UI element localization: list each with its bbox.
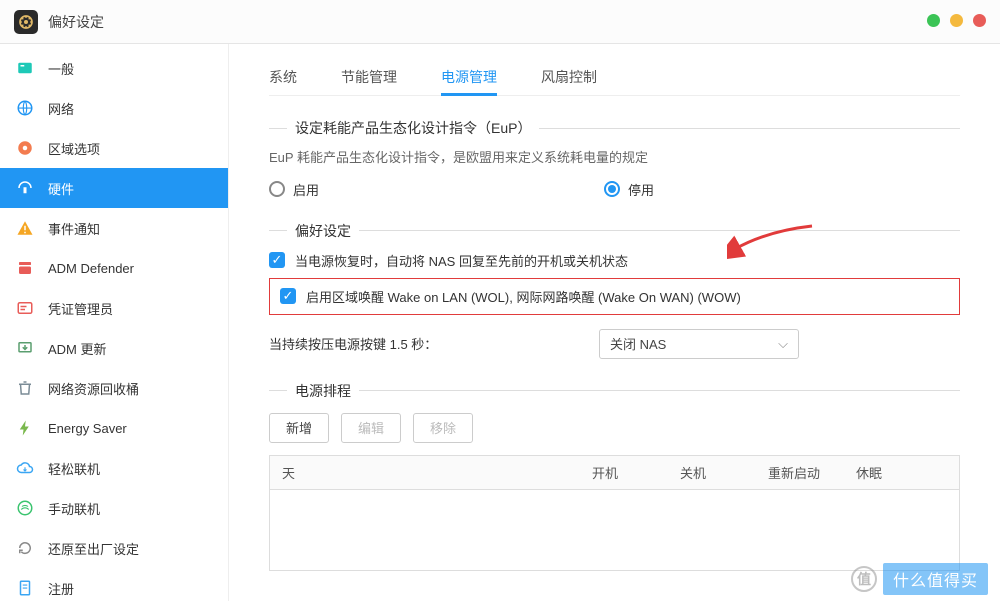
checkbox-wol[interactable]: ✓ 启用区域唤醒 Wake on LAN (WOL), 网际网路唤醒 (Wake…	[280, 287, 949, 306]
titlebar: 偏好设定	[0, 0, 1000, 44]
col-on: 开机	[580, 463, 668, 482]
cert-icon	[14, 297, 36, 319]
edit-button[interactable]: 编辑	[341, 413, 401, 443]
sidebar-item-label: 注册	[48, 579, 74, 598]
tabs: 系统 节能管理 电源管理 风扇控制	[269, 58, 960, 96]
section-eup: 设定耗能产品生态化设计指令（EuP）	[269, 118, 960, 138]
sidebar-item-label: ADM Defender	[48, 261, 134, 276]
highlight-wol: ✓ 启用区域唤醒 Wake on LAN (WOL), 网际网路唤醒 (Wake…	[269, 278, 960, 315]
sidebar-item-label: 还原至出厂设定	[48, 539, 139, 558]
hardware-icon	[14, 177, 36, 199]
sidebar-item-label: 网络	[48, 99, 74, 118]
sidebar-item-defender[interactable]: ADM Defender	[0, 248, 228, 288]
tab[interactable]: 节能管理	[341, 58, 397, 95]
sidebar-item-label: 一般	[48, 59, 74, 78]
general-icon	[14, 57, 36, 79]
add-button[interactable]: 新增	[269, 413, 329, 443]
sidebar-item-globe[interactable]: 网络	[0, 88, 228, 128]
section-title: 偏好设定	[287, 221, 359, 241]
col-off: 关机	[668, 463, 756, 482]
sidebar-item-energy[interactable]: Energy Saver	[0, 408, 228, 448]
chevron-down-icon: ⌵	[778, 336, 788, 352]
sidebar: 一般网络区域选项硬件事件通知 ADM Defender 凭证管理员 ADM 更新网络资…	[0, 44, 229, 601]
region-icon	[14, 137, 36, 159]
update-icon	[14, 337, 36, 359]
remove-button[interactable]: 移除	[413, 413, 473, 443]
tab[interactable]: 电源管理	[441, 58, 497, 95]
select-value: 关闭 NAS	[610, 334, 666, 353]
check-label: 当电源恢复时，自动将 NAS 回复至先前的开机或关机状态	[295, 251, 628, 270]
sidebar-item-label: 轻松联机	[48, 459, 100, 478]
manual-icon	[14, 497, 36, 519]
globe-icon	[14, 97, 36, 119]
sidebar-item-alert[interactable]: 事件通知	[0, 208, 228, 248]
col-day: 天	[270, 463, 580, 482]
table-body	[270, 490, 959, 570]
section-prefs: 偏好设定	[269, 221, 960, 241]
window-title: 偏好设定	[48, 12, 104, 32]
sidebar-item-trash[interactable]: 网络资源回收桶	[0, 368, 228, 408]
sidebar-item-region[interactable]: 区域选项	[0, 128, 228, 168]
window-controls	[927, 14, 986, 27]
minimize-dot[interactable]	[927, 14, 940, 27]
sidebar-item-general[interactable]: 一般	[0, 48, 228, 88]
section-schedule: 电源排程	[269, 381, 960, 401]
section-title: 设定耗能产品生态化设计指令（EuP）	[287, 118, 539, 138]
watermark-text: 什么值得买	[883, 563, 988, 595]
check-icon: ✓	[269, 252, 285, 268]
content: 系统 节能管理 电源管理 风扇控制 设定耗能产品生态化设计指令（EuP） EuP 耗能…	[229, 44, 1000, 601]
sidebar-item-hardware[interactable]: 硬件	[0, 168, 228, 208]
sidebar-item-label: 事件通知	[48, 219, 100, 238]
cloud-icon	[14, 457, 36, 479]
check-icon: ✓	[280, 288, 296, 304]
sidebar-item-label: 手动联机	[48, 499, 100, 518]
section-title: 电源排程	[287, 381, 359, 401]
alert-icon	[14, 217, 36, 239]
maximize-dot[interactable]	[950, 14, 963, 27]
defender-icon	[14, 257, 36, 279]
sidebar-item-label: 硬件	[48, 179, 74, 198]
energy-icon	[14, 417, 36, 439]
register-icon	[14, 577, 36, 599]
sidebar-item-label: Energy Saver	[48, 421, 127, 436]
sidebar-item-label: 凭证管理员	[48, 299, 113, 318]
sidebar-item-cert[interactable]: 凭证管理员	[0, 288, 228, 328]
sidebar-item-label: 区域选项	[48, 139, 100, 158]
col-sleep: 休眠	[844, 463, 959, 482]
radio-eup-disable[interactable]: 停用	[604, 180, 654, 199]
sidebar-item-update[interactable]: ADM 更新	[0, 328, 228, 368]
checkbox-power-recovery[interactable]: ✓ 当电源恢复时，自动将 NAS 回复至先前的开机或关机状态	[269, 251, 960, 270]
tab[interactable]: 系统	[269, 58, 297, 95]
sidebar-item-reset[interactable]: 还原至出厂设定	[0, 528, 228, 568]
trash-icon	[14, 377, 36, 399]
sidebar-item-cloud[interactable]: 轻松联机	[0, 448, 228, 488]
radio-eup-enable[interactable]: 启用	[269, 180, 604, 199]
annotation-arrow	[727, 221, 817, 261]
sidebar-item-register[interactable]: 注册	[0, 568, 228, 601]
watermark: 值 什么值得买	[851, 563, 988, 595]
sidebar-item-label: 网络资源回收桶	[48, 379, 139, 398]
sidebar-item-manual[interactable]: 手动联机	[0, 488, 228, 528]
col-restart: 重新启动	[756, 463, 844, 482]
radio-label: 启用	[293, 180, 319, 199]
schedule-table: 天 开机 关机 重新启动 休眠	[269, 455, 960, 571]
watermark-logo-icon: 值	[851, 566, 877, 592]
app-icon	[14, 10, 38, 34]
radio-label: 停用	[628, 180, 654, 199]
sidebar-item-label: ADM 更新	[48, 339, 107, 358]
power-press-select[interactable]: 关闭 NAS ⌵	[599, 329, 799, 359]
reset-icon	[14, 537, 36, 559]
eup-desc: EuP 耗能产品生态化设计指令，是欧盟用来定义系统耗电量的规定	[269, 148, 960, 168]
check-label: 启用区域唤醒 Wake on LAN (WOL), 网际网路唤醒 (Wake O…	[306, 287, 741, 306]
power-press-label: 当持续按压电源按键 1.5 秒：	[269, 334, 599, 353]
close-dot[interactable]	[973, 14, 986, 27]
tab[interactable]: 风扇控制	[541, 58, 597, 95]
